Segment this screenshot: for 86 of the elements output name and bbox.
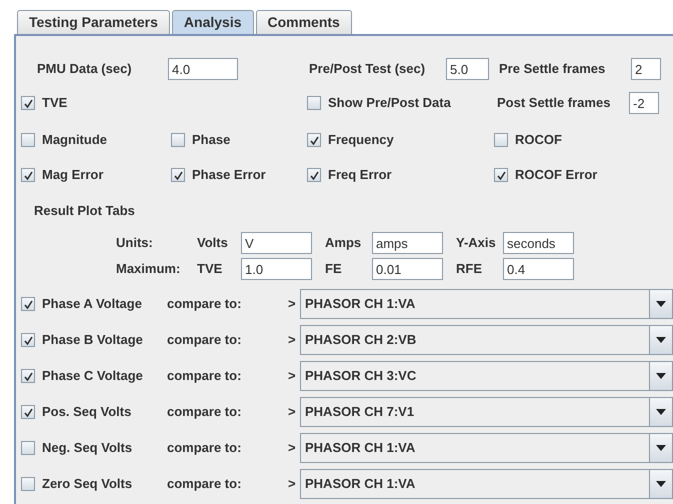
checkbox[interactable]: [21, 168, 35, 182]
checkbox-label: Phase Error: [192, 166, 266, 184]
field-label: FE: [325, 260, 343, 278]
field-label: Post Settle frames: [497, 94, 612, 112]
field-label: Pre Settle frames: [499, 60, 606, 78]
field-label: TVE: [197, 260, 224, 278]
check-icon: [310, 170, 318, 180]
input-field[interactable]: 5.0: [446, 58, 489, 80]
checkbox-label: ROCOF Error: [515, 166, 598, 184]
field-label: Volts: [197, 234, 229, 252]
check-icon: [496, 170, 506, 180]
tab[interactable]: Analysis: [172, 10, 254, 34]
field-label: Y-Axis: [456, 234, 497, 252]
input-field[interactable]: 0.4: [503, 258, 574, 280]
field-label: Pre/Post Test (sec): [309, 60, 426, 78]
checkbox[interactable]: [21, 477, 35, 491]
checkbox[interactable]: [21, 441, 35, 455]
field-label: compare to:: [167, 367, 242, 386]
field-label: RFE: [456, 260, 483, 278]
arrow-label: >: [288, 331, 297, 350]
checkbox[interactable]: [21, 405, 35, 419]
check-icon: [24, 98, 32, 108]
checkbox[interactable]: [171, 168, 185, 182]
checkbox-label: TVE: [42, 94, 68, 112]
checkbox-label: Frequency: [328, 131, 394, 150]
checkbox[interactable]: [494, 133, 508, 147]
arrow-label: >: [288, 295, 297, 314]
checkbox-label: Show Pre/Post Data: [328, 94, 451, 112]
arrow-label: >: [288, 403, 297, 422]
checkbox[interactable]: [21, 133, 35, 147]
arrow-label: >: [288, 439, 297, 458]
checkbox-label: Zero Seq Volts: [42, 475, 132, 494]
dropdown[interactable]: PHASOR CH 1:VA: [300, 289, 673, 319]
checkbox-label: Pos. Seq Volts: [42, 403, 132, 422]
input-field[interactable]: 2: [631, 58, 661, 80]
checkbox[interactable]: [307, 168, 321, 182]
checkbox[interactable]: [21, 333, 35, 347]
checkbox[interactable]: [21, 297, 35, 311]
input-field[interactable]: 0.01: [372, 258, 443, 280]
arrow-label: >: [288, 367, 297, 386]
arrow-label: >: [288, 475, 297, 494]
field-label: Maximum:: [116, 260, 182, 278]
checkbox-label: Phase C Voltage: [42, 367, 143, 386]
field-label: PMU Data (sec): [37, 60, 133, 78]
check-icon: [24, 408, 32, 416]
field-label: compare to:: [167, 439, 242, 458]
checkbox-label: Magnitude: [42, 131, 107, 150]
input-field[interactable]: seconds: [503, 232, 574, 254]
input-field[interactable]: -2: [629, 92, 659, 114]
checkbox-label: Freq Error: [328, 166, 392, 184]
checkbox-label: Phase A Voltage: [42, 295, 142, 314]
field-label: compare to:: [167, 295, 242, 314]
checkbox-label: Phase B Voltage: [42, 331, 143, 350]
check-icon: [24, 372, 32, 380]
checkbox[interactable]: [21, 96, 35, 110]
checkbox-label: ROCOF: [515, 131, 562, 150]
tab[interactable]: Testing Parameters: [17, 10, 170, 34]
tab[interactable]: Comments: [256, 10, 352, 34]
dropdown[interactable]: PHASOR CH 7:V1: [300, 397, 673, 427]
checkbox-label: Neg. Seq Volts: [42, 439, 132, 458]
dropdown[interactable]: PHASOR CH 1:VA: [300, 433, 673, 463]
checkbox[interactable]: [307, 96, 321, 110]
checkbox[interactable]: [21, 369, 35, 383]
field-label: compare to:: [167, 403, 242, 422]
checkbox[interactable]: [307, 133, 321, 147]
checkbox-label: Phase: [192, 131, 230, 150]
dropdown[interactable]: PHASOR CH 3:VC: [300, 361, 673, 391]
field-label: Units:: [116, 234, 154, 252]
input-field[interactable]: amps: [372, 232, 443, 254]
field-label: compare to:: [167, 475, 242, 494]
field-label: Amps: [325, 234, 362, 252]
input-field[interactable]: 4.0: [168, 58, 238, 80]
checkbox-label: Mag Error: [42, 166, 104, 184]
input-field[interactable]: 1.0: [241, 258, 312, 280]
check-icon: [24, 336, 32, 344]
check-icon: [24, 300, 32, 308]
check-icon: [174, 170, 182, 180]
checkbox[interactable]: [171, 133, 185, 147]
section-title: Result Plot Tabs: [34, 202, 135, 220]
dropdown[interactable]: PHASOR CH 2:VB: [300, 325, 673, 355]
checkbox[interactable]: [494, 168, 508, 182]
check-icon: [310, 136, 318, 144]
input-field[interactable]: V: [241, 232, 312, 254]
dropdown[interactable]: PHASOR CH 1:VA: [300, 469, 673, 499]
check-icon: [24, 170, 32, 180]
field-label: compare to:: [167, 331, 242, 350]
